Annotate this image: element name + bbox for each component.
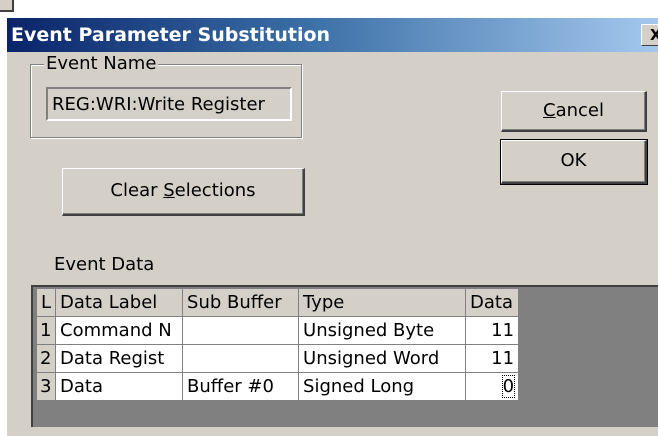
clear-label-pre: Clear <box>110 180 164 201</box>
event-name-label: Event Name <box>44 53 159 74</box>
close-button[interactable]: X <box>641 24 658 46</box>
ok-button[interactable]: OK <box>500 139 648 185</box>
table-row[interactable]: 3 Data Buffer #0 Signed Long 0 <box>35 372 520 401</box>
row-number: 3 <box>35 372 57 401</box>
col-header-data[interactable]: Data <box>465 288 520 317</box>
data-label-cell[interactable]: Command N <box>55 316 184 345</box>
type-cell[interactable]: Unsigned Word <box>298 344 467 373</box>
clear-accel: S <box>163 180 175 201</box>
col-header-type[interactable]: Type <box>298 288 467 317</box>
grid-header-row: L Data Label Sub Buffer Type Data <box>35 288 520 317</box>
col-header-sub-buffer[interactable]: Sub Buffer <box>182 288 300 317</box>
data-label-cell[interactable]: Data <box>55 372 184 401</box>
cancel-accel: C <box>543 100 556 121</box>
clear-selections-button[interactable]: Clear Selections <box>62 168 305 216</box>
event-data-grid: L Data Label Sub Buffer Type Data 1 Comm… <box>35 288 520 401</box>
table-row[interactable]: 1 Command N Unsigned Byte 11 <box>35 316 520 345</box>
table-row[interactable]: 2 Data Regist Unsigned Word 11 <box>35 344 520 373</box>
col-header-data-label[interactable]: Data Label <box>55 288 184 317</box>
data-label-cell[interactable]: Data Regist <box>55 344 184 373</box>
data-value-cell-focused[interactable]: 0 <box>465 372 520 401</box>
data-value-cell[interactable]: 11 <box>465 344 520 373</box>
sub-buffer-cell[interactable] <box>182 344 300 373</box>
background-window-icon <box>0 0 14 12</box>
event-data-label: Event Data <box>54 254 155 275</box>
clear-label-rest: elections <box>174 180 256 201</box>
row-number: 2 <box>35 344 57 373</box>
dialog-title: Event Parameter Substitution <box>11 24 331 46</box>
sub-buffer-cell[interactable] <box>182 316 300 345</box>
event-name-field: REG:WRI:Write Register <box>46 87 292 121</box>
type-cell[interactable]: Unsigned Byte <box>298 316 467 345</box>
data-value-cell[interactable]: 11 <box>465 316 520 345</box>
type-cell[interactable]: Signed Long <box>298 372 467 401</box>
col-header-l[interactable]: L <box>35 288 57 317</box>
title-bar: Event Parameter Substitution X <box>7 18 658 52</box>
focused-value: 0 <box>501 375 516 398</box>
row-number: 1 <box>35 316 57 345</box>
cancel-button[interactable]: Cancel <box>501 91 647 132</box>
sub-buffer-cell[interactable]: Buffer #0 <box>182 372 300 401</box>
cancel-label: ancel <box>555 100 604 121</box>
